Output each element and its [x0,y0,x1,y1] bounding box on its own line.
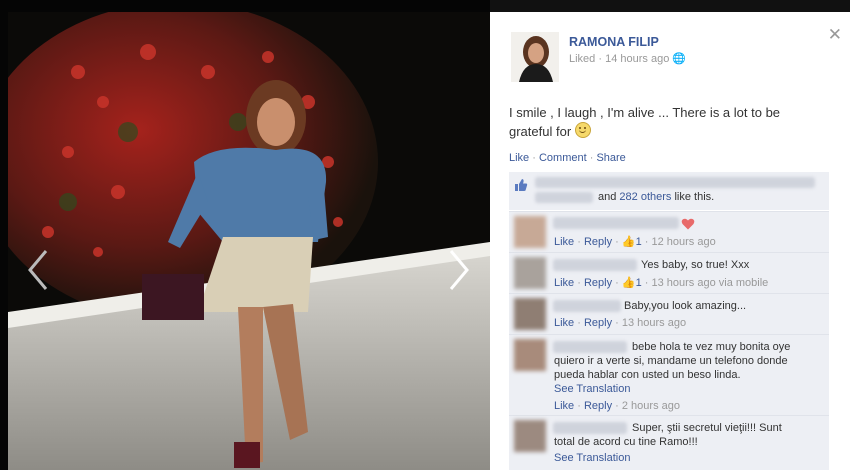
comment-item: Yes baby, so true! Xxx Like · Reply · 👍1… [509,252,829,293]
comment-item: Super, ştii secretul vieţii!!! Sunt tota… [509,415,829,470]
comment-text-line: pueda hablar con usted un beso linda. [554,369,741,381]
likes-summary: and 282 others like this. [509,172,829,210]
commenter-name[interactable] [553,422,627,434]
comment-reply-link[interactable]: Reply [584,400,612,412]
caption-text: I smile , I laugh , I'm alive ... There … [509,105,781,139]
see-translation-link[interactable]: See Translation [554,383,630,395]
others-link[interactable]: 282 others [619,191,671,203]
comment-meta: Like · Reply · 👍1 · 12 hours ago [554,236,716,248]
owner-name[interactable]: RAMONA FILIP [569,35,659,49]
commenter-avatar[interactable] [514,420,546,452]
comment-text-line: bebe hola te vez muy bonita oye [632,341,791,353]
thumbs-up-icon: 👍 [621,277,636,289]
comment-reply-link[interactable]: Reply [584,236,612,248]
commenter-avatar[interactable] [514,216,546,248]
liked-label: Liked [569,53,596,65]
like-link[interactable]: Like [509,152,529,164]
comment-meta: Like · Reply · 👍1 · 13 hours ago via mob… [554,277,769,289]
comment-like-link[interactable]: Like [554,277,574,289]
photo-info-panel: ✕ RAMONA FILIP Liked · 14 hours ago 🌐 I … [490,12,850,470]
next-photo-arrow-icon[interactable] [443,245,473,295]
smiley-icon [574,122,591,138]
comment-meta: Like · Reply · 13 hours ago [554,317,687,329]
globe-icon: 🌐 [672,53,687,65]
thumbs-up-icon [515,179,528,191]
comment-text: Yes baby, so true! Xxx [641,259,750,271]
comment-meta: Like · Reply · 2 hours ago [554,400,680,412]
photo-stage [0,0,490,470]
comment-text: Baby,you look amazing... [624,300,747,312]
commenter-name[interactable] [553,341,627,353]
comment-likes-count[interactable]: 👍1 [622,236,642,248]
comment-reply-link[interactable]: Reply [584,317,612,329]
close-icon[interactable]: ✕ [828,26,842,43]
comment-text-line: total de acord cu tine Ramo!!! [554,436,698,448]
comment-like-link[interactable]: Like [554,400,574,412]
comment-item: Like · Reply · 👍1 · 12 hours ago [509,211,829,252]
owner-avatar[interactable] [511,32,559,82]
previous-photo-arrow-icon[interactable] [24,245,54,295]
blurred-names [535,192,593,203]
comment-like-link[interactable]: Like [554,317,574,329]
comment-text-line: Super, ştii secretul vieţii!!! Sunt [632,422,782,434]
commenter-name[interactable] [553,217,679,229]
post-caption: I smile , I laugh , I'm alive ... There … [509,104,809,141]
commenter-avatar[interactable] [514,257,546,289]
post-meta: Liked · 14 hours ago 🌐 [569,53,687,65]
likes-text: and 282 others like this. [598,191,715,203]
comment-like-link[interactable]: Like [554,236,574,248]
see-translation-link[interactable]: See Translation [554,452,630,464]
comment-text-line: quiero ir a verte si, mandame un telefon… [554,355,788,367]
share-link[interactable]: Share [596,152,625,164]
blurred-names [535,177,815,188]
comment-item: bebe hola te vez muy bonita oye quiero i… [509,334,829,415]
commenter-avatar[interactable] [514,298,546,330]
photo [8,12,490,470]
comment-item: Baby,you look amazing... Like · Reply · … [509,293,829,334]
comment-reply-link[interactable]: Reply [584,277,612,289]
commenter-avatar[interactable] [514,339,546,371]
comment-likes-count[interactable]: 👍1 [622,277,642,289]
commenter-name[interactable] [553,259,637,271]
comment-link[interactable]: Comment [539,152,587,164]
post-actions: Like · Comment · Share [509,152,626,164]
heart-icon [681,218,695,230]
commenter-name[interactable] [553,300,621,312]
post-time[interactable]: 14 hours ago [605,53,669,65]
thumbs-up-icon: 👍 [621,236,636,248]
